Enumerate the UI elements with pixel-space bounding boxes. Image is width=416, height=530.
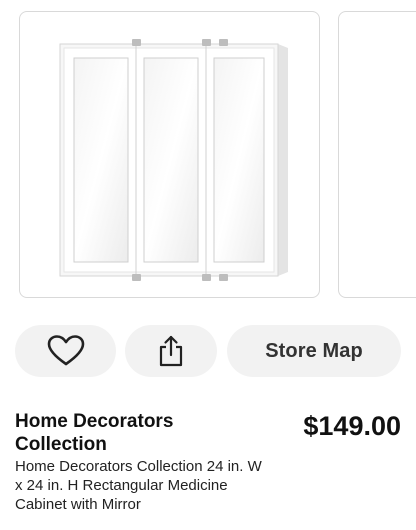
share-button[interactable]	[125, 325, 217, 377]
medicine-cabinet-image	[59, 39, 288, 281]
product-image-card[interactable]	[19, 11, 320, 298]
product-title: Home Decorators Collection 24 in. W x 24…	[15, 458, 262, 513]
store-map-label: Store Map	[265, 339, 363, 362]
favorite-button[interactable]	[15, 325, 116, 377]
store-map-button[interactable]: Store Map	[227, 325, 401, 377]
product-action-bar: Store Map	[0, 325, 416, 377]
product-image-carousel[interactable]	[0, 0, 416, 310]
heart-outline-icon	[47, 335, 84, 366]
product-price: $149.00	[303, 411, 401, 441]
product-brand[interactable]: Home Decorators Collection	[15, 410, 245, 456]
share-upload-icon	[159, 335, 183, 367]
next-product-image-card[interactable]	[338, 11, 416, 298]
